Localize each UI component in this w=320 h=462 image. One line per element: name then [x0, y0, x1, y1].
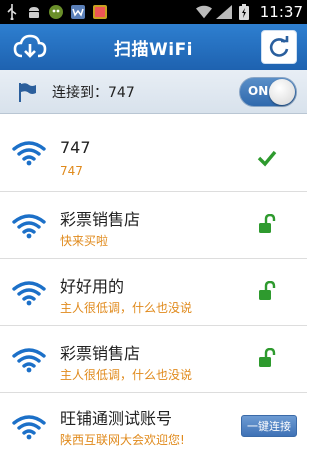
network-subtitle: 747 — [60, 164, 83, 178]
photo-app-icon — [92, 4, 108, 20]
wifi-signal-icon — [12, 141, 46, 166]
network-row[interactable]: 彩票销售店 主人很低调，什么也没说 — [0, 326, 307, 393]
network-row[interactable]: 旺铺通测试账号 陕西互联网大会欢迎您! 一键连接 — [0, 393, 307, 460]
network-name: 747 — [60, 138, 91, 157]
network-row[interactable]: 彩票销售店 快来买啦 — [0, 192, 307, 259]
network-subtitle: 主人很低调，什么也没说 — [60, 301, 193, 315]
network-subtitle: 主人很低调，什么也没说 — [60, 368, 193, 382]
network-subtitle: 陕西互联网大会欢迎您! — [60, 433, 185, 447]
unlock-icon — [259, 281, 276, 300]
checkmark-icon — [257, 150, 277, 167]
battery-icon — [236, 4, 252, 20]
wifi-signal-icon — [12, 415, 46, 440]
android-icon — [26, 4, 42, 20]
refresh-icon — [269, 36, 289, 57]
usb-icon — [4, 4, 20, 20]
refresh-button[interactable] — [261, 30, 297, 64]
network-name: 彩票销售店 — [60, 344, 141, 363]
app-header: 扫描WiFi — [0, 24, 307, 70]
wifi-signal-icon — [12, 214, 46, 239]
network-name: 旺铺通测试账号 — [60, 409, 173, 428]
w-app-icon — [70, 4, 86, 20]
network-name: 好好用的 — [60, 277, 125, 296]
unlock-icon — [259, 348, 276, 367]
wifi-toggle[interactable]: ON — [239, 77, 297, 107]
wifi-signal-icon — [12, 281, 46, 306]
network-name: 彩票销售店 — [60, 210, 141, 229]
network-subtitle: 快来买啦 — [60, 234, 109, 248]
network-list: 747 747 彩票销售店 快来买啦 好好用的 主人很低调，什么也没说 彩票销售… — [0, 114, 307, 462]
unlock-icon — [259, 214, 276, 233]
wifi-signal-icon — [12, 348, 46, 373]
network-row[interactable]: 747 747 — [0, 114, 307, 192]
cell-signal-icon — [215, 4, 232, 20]
connection-bar: 连接到：747 ON — [0, 70, 307, 114]
one-key-connect-button[interactable]: 一键连接 — [241, 415, 297, 437]
status-time: 11:37 — [259, 3, 303, 21]
cat-app-icon — [48, 4, 64, 20]
toggle-label: ON — [248, 84, 269, 98]
status-bar: 11:37 — [0, 0, 307, 24]
page-title: 扫描WiFi — [113, 39, 194, 60]
cloud-download-icon[interactable] — [12, 32, 48, 62]
network-row[interactable]: 好好用的 主人很低调，什么也没说 — [0, 259, 307, 326]
wifi-signal-icon — [195, 4, 212, 20]
connected-network-label: 连接到：747 — [52, 84, 135, 101]
flag-icon — [19, 82, 36, 102]
toggle-knob — [269, 79, 295, 105]
